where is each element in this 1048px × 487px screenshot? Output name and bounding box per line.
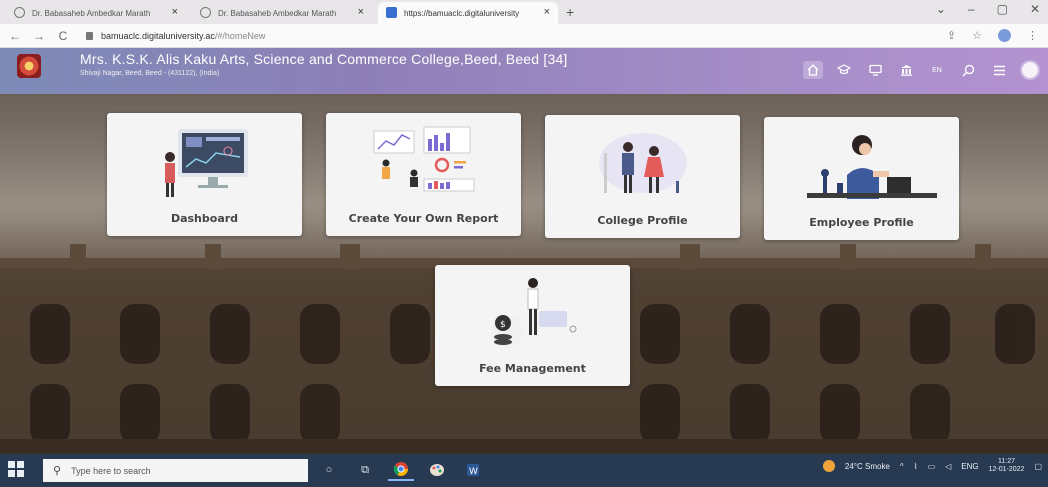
clock-date: 12-01-2022 (988, 466, 1025, 474)
url-field[interactable]: bamuaclc.digitaluniversity.ac/#/homeNew (101, 31, 265, 41)
dashboard-label: Dashboard (170, 212, 239, 226)
college-address: Shivaji Nagar, Beed, Beed - (431122), (I… (80, 70, 220, 77)
clock-time: 11:27 (998, 458, 1016, 465)
tab-close-icon[interactable]: × (172, 6, 178, 18)
svg-text:$: $ (500, 320, 506, 330)
forward-button[interactable]: → (30, 29, 48, 43)
close-window-button[interactable]: ✕ (1030, 2, 1040, 16)
user-avatar[interactable] (1020, 60, 1040, 80)
system-tray: 24°C Smoke ^ ⌇ ▭ ◁ ENG 11:27 12-01-2022 … (822, 458, 1042, 475)
maximize-button[interactable]: ▢ (997, 2, 1008, 16)
tray-overflow-icon[interactable]: ^ (900, 462, 904, 471)
input-language[interactable]: ENG (961, 462, 978, 471)
browser-tab[interactable]: Dr. Babasaheb Ambedkar Marath × (192, 2, 372, 24)
graduation-cap-icon[interactable] (834, 61, 854, 79)
weather-icon[interactable] (822, 460, 835, 473)
employee-profile-card[interactable]: Employee Profile (764, 117, 959, 240)
app-header: Mrs. K.S.K. Alis Kaku Arts, Science and … (0, 48, 1048, 94)
word-icon[interactable]: W (460, 459, 486, 481)
college-name: Mrs. K.S.K. Alis Kaku Arts, Science and … (80, 51, 568, 67)
dashboard-illustration (107, 123, 302, 203)
screen: Dr. Babasaheb Ambedkar Marath × Dr. Baba… (0, 0, 1048, 487)
cortana-icon[interactable]: ○ (316, 459, 342, 481)
window-controls: ⌄ – ▢ ✕ (936, 2, 1040, 16)
tab-close-icon[interactable]: × (544, 6, 550, 18)
browser-tab[interactable]: Dr. Babasaheb Ambedkar Marath × (6, 2, 186, 24)
taskbar-search-box[interactable]: ⚲ Type here to search (43, 459, 308, 482)
browser-toolbar: ⇪ ☆ ⋮ (947, 29, 1038, 42)
fee-management-card[interactable]: $ Fee Management (435, 265, 630, 386)
new-tab-button[interactable]: + (566, 4, 574, 20)
lock-icon[interactable] (86, 31, 93, 40)
fee-management-label: Fee Management (479, 362, 586, 376)
url-host: bamuaclc.digitaluniversity.ac (101, 30, 215, 41)
create-report-label: Create Your Own Report (348, 212, 499, 226)
volume-icon[interactable]: ◁ (945, 462, 951, 471)
network-icon[interactable]: ⌇ (914, 462, 918, 471)
bookmark-star-icon[interactable]: ☆ (972, 29, 982, 42)
college-profile-illustration (545, 125, 740, 205)
taskbar-pinned-apps: ○ ⧉ W (316, 459, 486, 481)
clock[interactable]: 11:27 12-01-2022 (989, 458, 1025, 475)
url-path: /#/homeNew (214, 30, 266, 41)
address-bar: ← → C bamuaclc.digitaluniversity.ac/#/ho… (0, 24, 1048, 48)
tab-title: Dr. Babasaheb Ambedkar Marath (218, 8, 337, 18)
chrome-icon[interactable] (388, 459, 414, 481)
bank-icon[interactable] (896, 61, 916, 79)
college-profile-label: College Profile (597, 214, 688, 228)
browser-tab-active[interactable]: https://bamuaclc.digitaluniversity × (378, 2, 558, 24)
task-view-icon[interactable]: ⧉ (352, 459, 378, 481)
browser-tab-strip: Dr. Babasaheb Ambedkar Marath × Dr. Baba… (0, 0, 1048, 24)
tab-title: https://bamuaclc.digitaluniversity (404, 8, 520, 18)
language-selector[interactable]: EN (927, 61, 947, 79)
globe-icon (14, 7, 25, 18)
employee-profile-illustration (764, 127, 959, 207)
create-report-card[interactable]: Create Your Own Report (326, 113, 521, 236)
windows-start-button[interactable] (8, 461, 24, 477)
header-nav: EN (803, 60, 1040, 80)
notifications-icon[interactable]: ▢ (1034, 462, 1042, 471)
globe-icon (200, 7, 211, 18)
more-menu-icon[interactable]: ⋮ (1027, 29, 1038, 42)
search-icon[interactable] (958, 61, 978, 79)
windows-taskbar: ⚲ Type here to search ○ ⧉ W 24°C Smoke ^… (0, 454, 1048, 487)
home-icon[interactable] (803, 61, 823, 79)
profile-avatar[interactable] (998, 29, 1011, 42)
paint-icon[interactable] (424, 459, 450, 481)
site-favicon-icon (386, 7, 397, 18)
share-icon[interactable]: ⇪ (947, 29, 956, 42)
battery-icon[interactable]: ▭ (928, 462, 936, 471)
minimize-button[interactable]: – (968, 2, 975, 16)
dashboard-card[interactable]: Dashboard (107, 113, 302, 236)
reload-button[interactable]: C (54, 29, 72, 43)
tab-title: Dr. Babasaheb Ambedkar Marath (32, 8, 151, 18)
fee-management-illustration: $ (435, 275, 630, 355)
menu-icon[interactable] (989, 61, 1009, 79)
monitor-icon[interactable] (865, 61, 885, 79)
svg-text:W: W (469, 467, 478, 477)
search-icon: ⚲ (53, 465, 62, 477)
employee-profile-label: Employee Profile (809, 216, 914, 230)
main-content: Dashboard Create Your Own Report College… (0, 94, 1048, 454)
report-illustration (326, 123, 521, 203)
tab-close-icon[interactable]: × (358, 6, 364, 18)
weather-text[interactable]: 24°C Smoke (845, 462, 890, 471)
tab-search-dropdown-icon[interactable]: ⌄ (936, 2, 946, 16)
back-button[interactable]: ← (6, 29, 24, 43)
college-profile-card[interactable]: College Profile (545, 115, 740, 238)
college-logo (17, 54, 41, 78)
taskbar-search-placeholder: Type here to search (71, 465, 151, 476)
language-label: EN (932, 66, 942, 74)
